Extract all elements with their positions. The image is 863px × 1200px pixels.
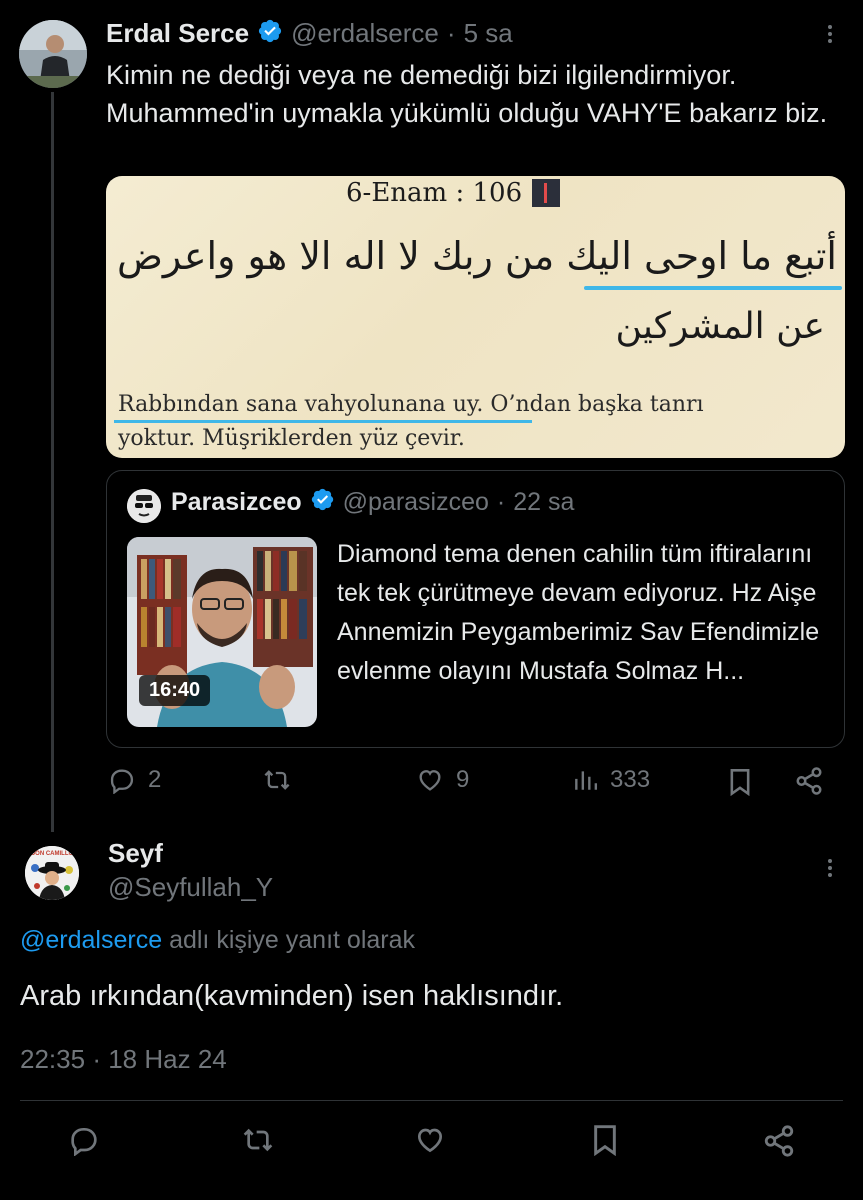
reply-button[interactable]: 2: [108, 766, 161, 794]
person-avatar-icon: [19, 20, 87, 88]
video-duration-badge: 16:40: [139, 675, 211, 706]
replying-to-suffix: adlı kişiye yanıt olarak: [169, 926, 416, 954]
quote-author-handle: @parasizceo: [342, 487, 489, 516]
timestamp-separator: ·: [92, 1044, 101, 1074]
bookmark-marker-icon: [532, 179, 561, 207]
don-camillo-avatar-icon: DON CAMILLO: [25, 846, 79, 900]
views-chart-icon: [575, 771, 598, 790]
reply-icon: [110, 769, 134, 794]
reply-tweet-like-button[interactable]: [414, 1124, 446, 1156]
arabic-verse-line-1: أتبع ما اوحى اليك من ربك لا اله الا هو و…: [116, 234, 837, 278]
retweet-icon: [264, 770, 290, 790]
translation-line-1: Rabbından sana vahyolunana uy. O’ndan ba…: [118, 392, 704, 417]
quote-time: 22 sa: [513, 487, 575, 516]
reply-more-options-icon[interactable]: [825, 856, 835, 880]
share-button[interactable]: [794, 766, 824, 796]
views-button[interactable]: 333: [572, 766, 650, 794]
tweet-media-image[interactable]: 6-Enam : 106 أتبع ما اوحى اليك من ربك لا…: [106, 176, 845, 458]
arabic-verse-line-2: عن المشركين: [615, 306, 826, 347]
reply-tweet-share-button[interactable]: [762, 1124, 796, 1158]
translation-underline: [114, 420, 532, 423]
author-name[interactable]: Erdal Serce: [106, 18, 249, 49]
heart-icon: [417, 1128, 443, 1153]
retweet-button[interactable]: [262, 766, 304, 794]
reply-tweet-text: Arab ırkından(kavminden) isen haklısındı…: [20, 980, 564, 1012]
verse-reference: 6-Enam : 106: [346, 178, 561, 208]
video-thumbnail[interactable]: 16:40: [127, 537, 317, 727]
quote-text: Diamond tema denen cahilin tüm iftiralar…: [337, 540, 820, 685]
retweet-icon: [243, 1128, 273, 1152]
heart-icon: [419, 770, 441, 791]
bookmark-icon: [730, 769, 750, 796]
bookmark-button[interactable]: [728, 768, 752, 796]
avatar-caption: DON CAMILLO: [31, 851, 74, 857]
replying-to-handle-link[interactable]: @erdalserce: [20, 926, 162, 954]
main-tweet-header: Erdal Serce @erdalserce · 5 sa: [106, 16, 513, 50]
bookmark-icon: [594, 1125, 616, 1156]
highlight-underline: [584, 286, 842, 290]
reply-tweet-retweet-button[interactable]: [241, 1124, 275, 1156]
parasizceo-avatar: [127, 489, 161, 523]
timestamp-date: 18 Haz 24: [108, 1044, 227, 1074]
reply-tweet-reply-button[interactable]: [68, 1124, 100, 1156]
share-icon: [764, 1125, 794, 1157]
reply-author-handle[interactable]: @Seyfullah_Y: [108, 872, 273, 903]
author-handle[interactable]: @erdalserce: [291, 18, 439, 49]
more-options-icon[interactable]: [825, 22, 835, 46]
translation-line-2: yoktur. Müşriklerden yüz çevir.: [118, 426, 465, 451]
like-button[interactable]: 9: [416, 766, 469, 794]
verified-badge-icon: [310, 487, 335, 517]
sunglasses-face-icon: [127, 489, 161, 523]
main-tweet-text: Kimin ne dediği veya ne demediği bizi il…: [106, 60, 828, 128]
quote-header: Parasizceo @parasizceo · 22 sa: [171, 487, 574, 517]
quoted-tweet-card[interactable]: Parasizceo @parasizceo · 22 sa 16:40 Dia…: [106, 470, 845, 748]
seyf-avatar[interactable]: DON CAMILLO: [25, 846, 79, 900]
timestamp-time: 22:35: [20, 1044, 86, 1074]
reply-icon: [71, 1128, 97, 1156]
quote-separator: ·: [496, 487, 506, 516]
tweet-time[interactable]: 5 sa: [464, 18, 513, 49]
view-count: 333: [610, 766, 651, 793]
reply-author-name[interactable]: Seyf: [108, 838, 163, 869]
header-separator: ·: [446, 17, 456, 48]
like-count: 9: [456, 766, 470, 793]
reply-tweet-bookmark-button[interactable]: [591, 1124, 619, 1156]
reply-timestamp[interactable]: 22:35 · 18 Haz 24: [20, 1044, 227, 1075]
replying-to-line: @erdalserce adlı kişiye yanıt olarak: [20, 926, 415, 955]
erdal-avatar[interactable]: [19, 20, 87, 88]
thread-connector-line: [51, 92, 54, 832]
reply-count: 2: [148, 766, 162, 793]
divider: [20, 1100, 843, 1101]
share-icon: [796, 767, 822, 795]
quote-author-name[interactable]: Parasizceo: [171, 488, 302, 517]
verified-badge-icon: [257, 18, 283, 49]
